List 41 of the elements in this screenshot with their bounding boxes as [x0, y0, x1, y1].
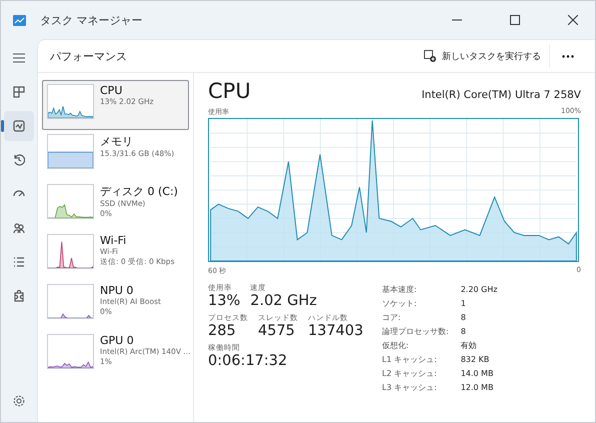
spec-value: 1	[460, 298, 467, 310]
spec-value: 12.0 MB	[460, 382, 494, 394]
menu-icon	[13, 53, 25, 63]
more-icon	[562, 54, 574, 58]
nav-button[interactable]	[4, 111, 34, 141]
puzzle-icon	[13, 290, 25, 302]
detail-title: CPU	[208, 79, 251, 103]
close-icon	[568, 15, 578, 25]
add-window-icon	[424, 50, 436, 62]
spec-label: ソケット:	[382, 298, 418, 310]
app-icon	[13, 14, 26, 26]
maximize-icon	[510, 15, 520, 25]
history-icon	[13, 154, 25, 166]
spec-value: 2.20 GHz	[460, 284, 498, 296]
window-title: タスク マネージャー	[40, 12, 144, 28]
page-title: パフォーマンス	[50, 48, 128, 64]
run-task-button[interactable]: 新しいタスクを実行する	[416, 46, 549, 66]
spec-label: 論理プロセッサ数:	[382, 326, 449, 338]
settings-icon	[13, 395, 25, 407]
spec-value: 14.0 MB	[460, 368, 494, 380]
stat-value: 137403	[308, 323, 364, 339]
spec-label: L3 キャッシュ:	[382, 382, 438, 394]
spec-value: 832 KB	[460, 354, 490, 366]
spec-label: L1 キャッシュ:	[382, 354, 438, 366]
spec-label: 仮想化:	[382, 340, 410, 352]
stat-value: 285	[208, 323, 237, 339]
stat-value: 0:06:17:32	[208, 353, 288, 369]
chart-icon	[13, 120, 25, 132]
users-icon	[13, 222, 25, 234]
spec-value: 8	[460, 326, 467, 338]
spec-label: L2 キャッシュ:	[382, 368, 438, 380]
stat-value: 13%	[208, 293, 240, 309]
cpu-model: Intel(R) Core(TM) Ultra 7 258V	[422, 89, 581, 101]
spec-value: 8	[460, 312, 467, 324]
list-icon	[13, 256, 25, 268]
grid-icon	[13, 86, 25, 98]
spec-label: コア:	[382, 312, 402, 324]
stat-value: 2.02 GHz	[250, 293, 317, 309]
spec-value: 有効	[460, 340, 478, 352]
stat-value: 4575	[258, 323, 296, 339]
spec-label: 基本速度:	[382, 284, 418, 296]
